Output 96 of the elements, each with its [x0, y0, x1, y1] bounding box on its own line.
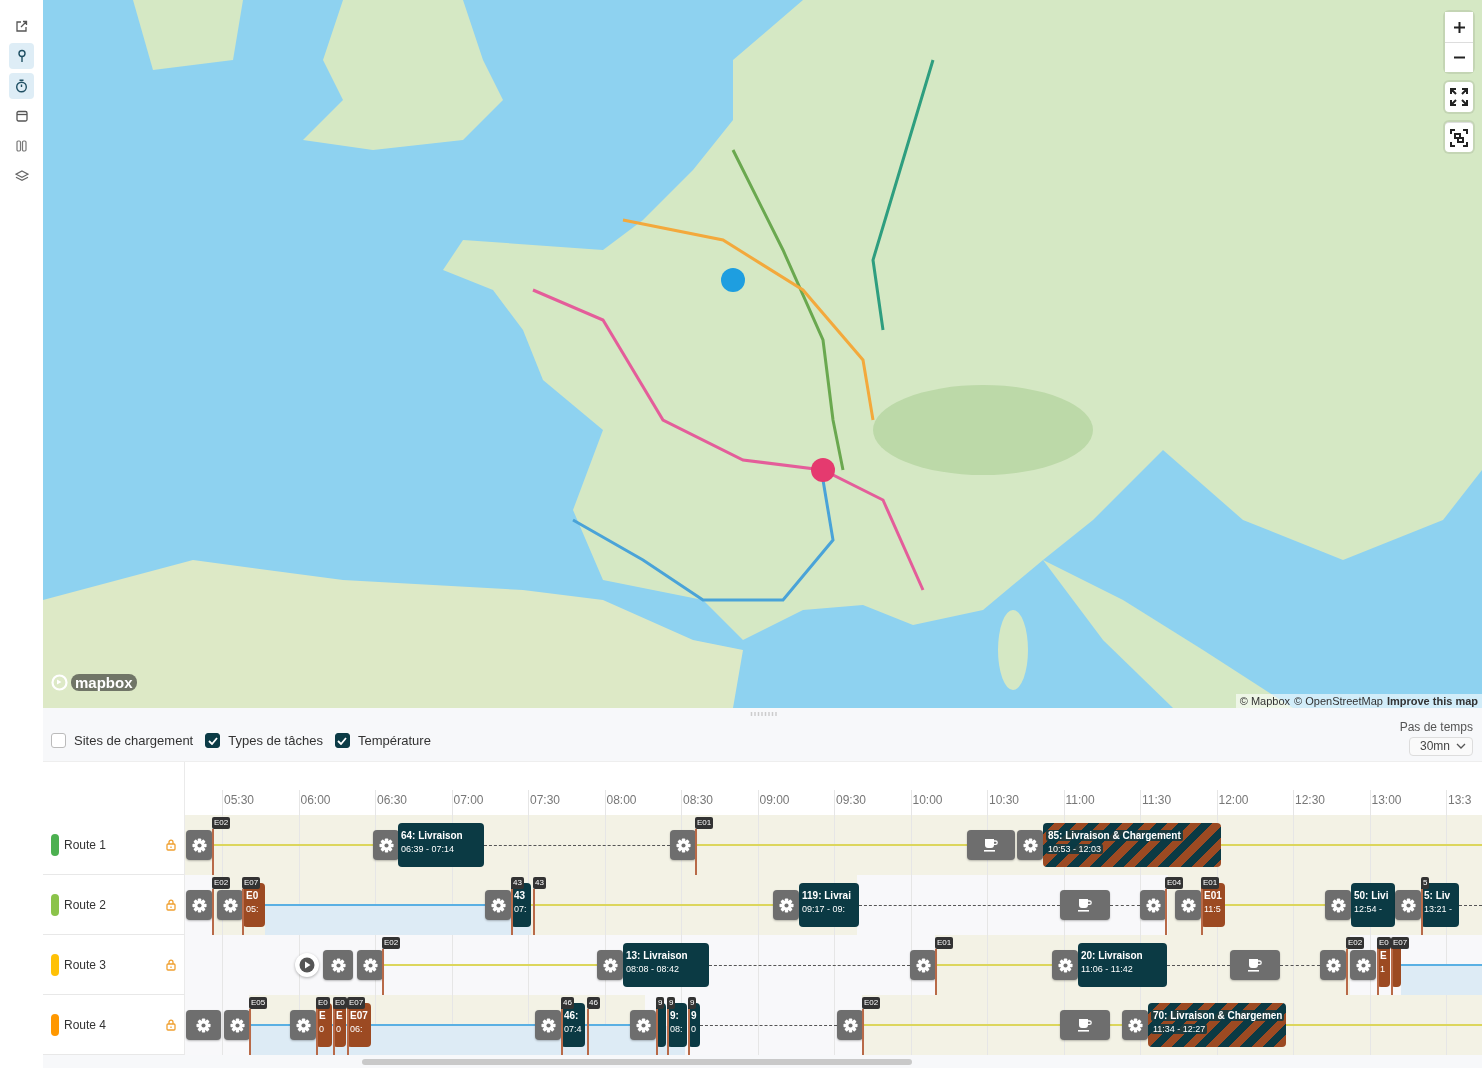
attribution-link[interactable]: © Mapbox — [1239, 695, 1291, 707]
time-tick-label: 12:00 — [1218, 793, 1249, 807]
time-tick-label: 12:30 — [1295, 793, 1326, 807]
gear-icon — [1330, 897, 1346, 913]
gear-icon — [295, 1017, 311, 1033]
break-button[interactable] — [967, 830, 1015, 860]
field-label: Pas de temps — [1399, 719, 1473, 734]
route-name: Route 4 — [64, 1017, 108, 1032]
gear-icon — [1180, 897, 1196, 913]
task-block[interactable]: 70: Livraison & Chargemen 11:34 - 12:27 — [1148, 1003, 1287, 1047]
resize-handle-icon[interactable] — [748, 712, 778, 716]
gear-icon — [1022, 837, 1038, 853]
checkbox[interactable] — [51, 733, 66, 748]
minus-icon — [1452, 56, 1466, 59]
external-link-icon — [15, 19, 28, 33]
pin-button[interactable] — [9, 43, 34, 69]
gear-icon — [842, 1017, 858, 1033]
time-tick-label: 11:30 — [1142, 793, 1172, 807]
horizontal-scrollbar[interactable] — [362, 1059, 912, 1065]
gear-icon — [1400, 897, 1416, 913]
cup-icon — [1247, 958, 1263, 972]
fullscreen-button[interactable] — [1445, 82, 1473, 112]
break-button[interactable] — [1060, 890, 1110, 920]
task-block[interactable]: 64: Livraison 06:39 - 07:14 — [398, 823, 484, 867]
time-tick-label: 06:00 — [300, 793, 331, 807]
checkbox-label: Température — [357, 733, 431, 748]
time-tick-label: 13:00 — [1371, 793, 1402, 807]
calendar-icon — [15, 110, 28, 122]
time-tick-label: 09:30 — [836, 793, 867, 807]
time-tick-label: 10:30 — [989, 793, 1020, 807]
task-block[interactable]: 50: Livi 12:54 - — [1351, 883, 1395, 927]
gear-icon — [222, 897, 238, 913]
checkbox-label: Types de tâches — [228, 733, 323, 748]
gear-icon — [330, 957, 346, 973]
time-tick-label: 13:3 — [1448, 793, 1472, 807]
time-step-select[interactable]: 30mn — [1409, 736, 1473, 756]
fit-view-button[interactable] — [1445, 122, 1473, 152]
fullscreen-icon — [1449, 87, 1469, 107]
chevron-icon — [1456, 743, 1466, 749]
gear-icon — [1325, 957, 1341, 973]
time-tick-label: 07:00 — [453, 793, 484, 807]
checkbox[interactable] — [205, 733, 221, 748]
gear-icon — [602, 957, 618, 973]
gear-icon — [191, 897, 207, 913]
gear-icon — [196, 1017, 211, 1033]
gear-icon — [1355, 957, 1371, 973]
break-button[interactable] — [1060, 1010, 1110, 1040]
task-block[interactable]: 85: Livraison & Chargement 10:53 - 12:03 — [1043, 823, 1221, 867]
gear-icon — [915, 957, 931, 973]
plus-icon — [1452, 20, 1466, 34]
gear-icon — [635, 1017, 651, 1033]
time-tick-label: 05:30 — [224, 793, 255, 807]
time-tick-label: 10:00 — [912, 793, 943, 807]
task-block[interactable]: 13: Livraison 08:08 - 08:42 — [623, 943, 709, 987]
route-name: Route 1 — [64, 837, 108, 852]
cup-icon — [1077, 1018, 1093, 1032]
gear-icon — [191, 837, 207, 853]
play-icon — [299, 957, 315, 973]
timer-button[interactable] — [9, 73, 34, 99]
gear-icon — [675, 837, 691, 853]
time-tick-label: 07:30 — [530, 793, 561, 807]
pin-icon — [16, 49, 27, 63]
gear-icon — [540, 1017, 556, 1033]
logo-icon — [51, 674, 68, 691]
gear-icon — [1145, 897, 1161, 913]
gear-icon — [490, 897, 506, 913]
time-tick-label: 08:30 — [683, 793, 714, 807]
time-tick-label: 09:00 — [759, 793, 790, 807]
gear-icon — [362, 957, 378, 973]
task-block[interactable]: 119: Livrai 09:17 - 09: — [799, 883, 859, 927]
checkbox[interactable] — [334, 733, 350, 748]
stopwatch-icon — [15, 79, 28, 93]
play-button[interactable] — [295, 953, 319, 977]
cup-icon — [1077, 898, 1093, 912]
time-tick-label: 06:30 — [377, 793, 408, 807]
cup-icon — [983, 838, 999, 852]
break-button[interactable] — [1230, 950, 1280, 980]
gear-icon — [229, 1017, 245, 1033]
time-tick-label: 08:00 — [606, 793, 637, 807]
checkbox-label: Sites de chargement — [74, 733, 194, 748]
time-tick-label: 11:00 — [1065, 793, 1095, 807]
task-block[interactable]: 20: Livraison 11:06 - 11:42 — [1078, 943, 1167, 987]
route-name: Route 3 — [64, 957, 108, 972]
improve-map-link[interactable]: Improve this map — [1386, 695, 1478, 707]
columns-icon — [16, 140, 27, 152]
attribution-link[interactable]: © OpenStreetMap — [1294, 695, 1383, 707]
gear-icon — [1127, 1017, 1143, 1033]
logo-text: mapbox — [71, 674, 137, 691]
gear-icon — [1057, 957, 1073, 973]
focus-frame-icon — [1449, 127, 1469, 148]
gear-button[interactable] — [373, 830, 399, 860]
gear-icon — [378, 837, 394, 853]
gear-icon — [778, 897, 794, 913]
layers-icon — [14, 170, 29, 182]
route-name: Route 2 — [64, 897, 108, 912]
task-block[interactable] — [656, 1003, 666, 1047]
